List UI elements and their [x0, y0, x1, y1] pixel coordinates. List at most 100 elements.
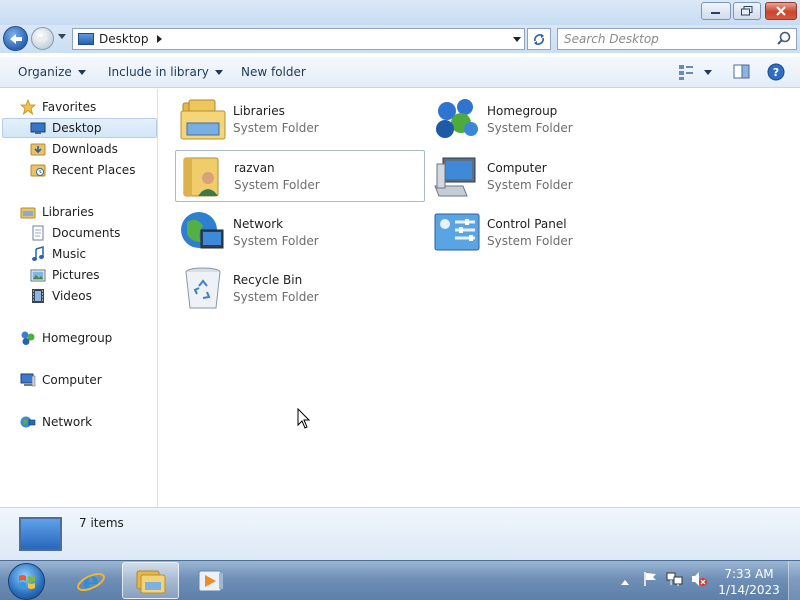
item-name: Homegroup — [487, 103, 558, 118]
address-bar[interactable]: Desktop — [72, 28, 525, 50]
computer-icon — [431, 150, 483, 202]
sidebar-item-downloads[interactable]: Downloads — [30, 139, 155, 159]
sidebar-item-label: Desktop — [52, 121, 102, 135]
sidebar-item-label: Libraries — [42, 205, 94, 219]
change-view-button[interactable] — [678, 63, 712, 84]
taskbar-internet-explorer[interactable]: e — [62, 562, 119, 599]
show-desktop-button[interactable] — [788, 561, 800, 600]
item-name: Computer — [487, 160, 547, 175]
desktop-icon — [78, 33, 94, 45]
item-type: System Folder — [487, 233, 573, 248]
sidebar-item-label: Documents — [52, 226, 121, 240]
include-in-library-button[interactable]: Include in library — [108, 65, 223, 79]
item-type: System Folder — [233, 289, 319, 304]
action-center-icon[interactable] — [642, 571, 658, 590]
libraries-icon — [20, 204, 36, 220]
preview-pane-icon — [733, 64, 750, 79]
sidebar-item-recent-places[interactable]: Recent Places — [30, 160, 155, 180]
search-box[interactable] — [557, 28, 797, 50]
system-clock[interactable]: 7:33 AM 1/14/2023 — [714, 566, 784, 598]
forward-button[interactable] — [31, 27, 54, 50]
minimize-icon — [711, 12, 720, 14]
navigation-pane: Favorites Desktop Downloads Recent Place… — [0, 89, 158, 507]
windows-logo-icon — [18, 574, 35, 589]
documents-icon — [30, 225, 46, 241]
homegroup-icon — [20, 330, 36, 346]
list-item-razvan[interactable]: razvan System Folder — [175, 150, 425, 202]
item-type: System Folder — [233, 120, 319, 135]
sidebar-item-homegroup[interactable]: Homegroup — [20, 328, 150, 348]
organize-label: Organize — [18, 65, 72, 79]
restore-button[interactable] — [733, 2, 761, 20]
videos-icon — [30, 288, 46, 304]
taskbar: e 7:33 AM 1/14/2023 — [0, 560, 800, 600]
list-item-recycle-bin[interactable]: Recycle Bin System Folder — [175, 262, 425, 314]
sidebar-item-music[interactable]: Music — [30, 244, 155, 264]
item-type: System Folder — [233, 233, 319, 248]
arrow-left-icon — [9, 33, 22, 44]
sidebar-item-label: Pictures — [52, 268, 100, 282]
sidebar-item-label: Homegroup — [42, 331, 113, 345]
item-type: System Folder — [487, 120, 573, 135]
svg-text:?: ? — [773, 66, 779, 79]
search-icon[interactable] — [775, 30, 793, 48]
breadcrumb-chevron-icon[interactable] — [156, 35, 162, 43]
list-item-network[interactable]: Network System Folder — [175, 206, 425, 258]
list-item-libraries[interactable]: Libraries System Folder — [175, 93, 425, 145]
user-folder-icon — [178, 150, 230, 202]
taskbar-windows-explorer[interactable] — [122, 562, 179, 599]
address-dropdown-icon[interactable] — [513, 37, 521, 42]
sidebar-item-libraries[interactable]: Libraries — [20, 202, 150, 222]
sidebar-item-documents[interactable]: Documents — [30, 223, 155, 243]
sidebar-item-label: Downloads — [52, 142, 118, 156]
clock-time: 7:33 AM — [724, 567, 774, 581]
back-button[interactable] — [3, 26, 28, 51]
new-folder-button[interactable]: New folder — [241, 65, 306, 79]
volume-muted-icon[interactable] — [690, 571, 708, 590]
recent-pages-dropdown[interactable] — [58, 34, 66, 39]
item-count: 7 items — [79, 516, 124, 530]
item-name: Libraries — [233, 103, 285, 118]
list-item-homegroup[interactable]: Homegroup System Folder — [429, 93, 679, 145]
restore-icon — [741, 6, 753, 16]
chevron-down-icon — [77, 69, 86, 75]
minimize-button[interactable] — [701, 2, 731, 20]
breadcrumb-desktop[interactable]: Desktop — [99, 32, 149, 46]
organize-button[interactable]: Organize — [18, 65, 86, 79]
preview-pane-button[interactable] — [733, 63, 751, 84]
pictures-icon — [30, 267, 46, 283]
list-item-control-panel[interactable]: Control Panel System Folder — [429, 206, 679, 258]
item-type: System Folder — [234, 177, 320, 192]
close-button[interactable] — [765, 2, 797, 20]
navigation-bar: Desktop — [0, 25, 800, 53]
folder-icon — [136, 570, 165, 593]
refresh-icon — [534, 34, 544, 45]
sidebar-item-computer[interactable]: Computer — [20, 370, 150, 390]
sidebar-item-favorites[interactable]: Favorites — [20, 97, 150, 117]
item-name: Network — [233, 216, 284, 231]
arrow-right-icon — [37, 34, 48, 43]
refresh-button[interactable] — [527, 28, 551, 50]
start-button[interactable] — [8, 563, 45, 600]
sidebar-item-videos[interactable]: Videos — [30, 286, 155, 306]
view-options-icon — [679, 65, 712, 80]
control-panel-icon — [431, 206, 483, 258]
sidebar-item-label: Computer — [42, 373, 102, 387]
list-item-computer[interactable]: Computer System Folder — [429, 150, 679, 202]
search-input[interactable] — [564, 32, 775, 46]
taskbar-media-player[interactable] — [182, 562, 239, 599]
mouse-pointer-icon — [297, 408, 311, 429]
sidebar-item-pictures[interactable]: Pictures — [30, 265, 155, 285]
sidebar-item-network[interactable]: Network — [20, 412, 150, 432]
network-status-icon[interactable] — [666, 571, 684, 590]
computer-icon — [20, 372, 36, 388]
desktop-icon — [30, 120, 46, 136]
show-hidden-icons-button[interactable] — [620, 575, 630, 589]
help-button[interactable]: ? — [767, 63, 785, 84]
details-pane: 7 items — [0, 507, 800, 560]
item-name: Recycle Bin — [233, 272, 303, 287]
music-icon — [30, 246, 46, 262]
downloads-folder-icon — [30, 141, 46, 157]
sidebar-item-desktop[interactable]: Desktop — [2, 118, 157, 138]
file-list: Libraries System Folder Homegroup System… — [159, 89, 800, 507]
